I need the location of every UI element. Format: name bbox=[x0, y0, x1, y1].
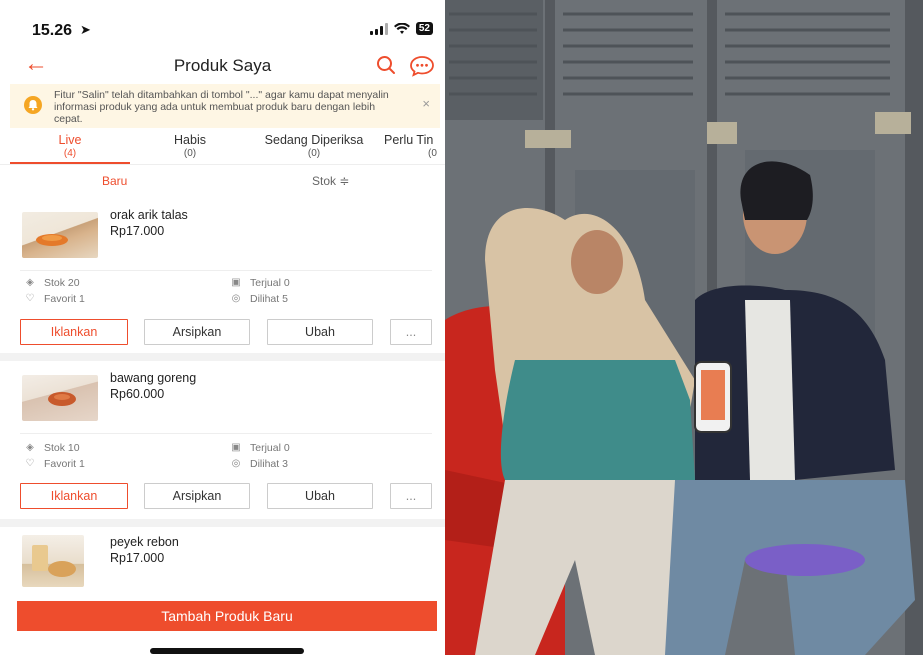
heart-icon: ♡ bbox=[25, 458, 35, 469]
stock-stat: ◈ Stok 20 bbox=[24, 277, 79, 289]
eye-icon: ◎ bbox=[231, 458, 241, 469]
tab-sedang-diperiksa[interactable]: Sedang Diperiksa (0) bbox=[250, 134, 378, 160]
heart-icon: ♡ bbox=[25, 293, 35, 304]
sort-stock[interactable]: Stok ≑ bbox=[312, 174, 349, 188]
location-arrow-icon: ➤ bbox=[80, 22, 91, 37]
status-bar: 15.26 ➤ 52 bbox=[0, 0, 445, 44]
tab-count: (0) bbox=[183, 148, 197, 159]
edit-button[interactable]: Ubah bbox=[267, 319, 373, 345]
views-stat: ◎ Dilihat 5 bbox=[231, 293, 288, 305]
favorite-stat: ♡ Favorit 1 bbox=[25, 458, 85, 470]
product-card: bawang goreng Rp60.000 ◈ Stok 10 ▣ Terjual… bbox=[0, 361, 445, 517]
home-indicator bbox=[150, 648, 304, 654]
edit-button[interactable]: Ubah bbox=[267, 483, 373, 509]
close-icon[interactable]: × bbox=[422, 97, 430, 110]
advertise-button[interactable]: Iklankan bbox=[20, 319, 128, 345]
product-card: orak arik talas Rp17.000 ◈ Stok 20 ▣ Terju… bbox=[0, 198, 445, 350]
status-tabs: Live (4) Habis (0) Sedang Diperiksa (0) … bbox=[0, 132, 445, 165]
tab-label: Perlu Tin bbox=[384, 134, 434, 147]
sold-stat: ▣ Terjual 0 bbox=[231, 277, 290, 289]
product-thumbnail[interactable] bbox=[22, 535, 84, 587]
more-button[interactable]: ... bbox=[390, 319, 432, 345]
product-price: Rp17.000 bbox=[110, 224, 165, 238]
tab-live[interactable]: Live (4) bbox=[10, 134, 130, 160]
add-product-button[interactable]: Tambah Produk Baru bbox=[17, 601, 437, 631]
stock-stat: ◈ Stok 10 bbox=[24, 442, 79, 454]
search-icon[interactable] bbox=[375, 54, 397, 76]
seller-photo bbox=[445, 0, 923, 655]
stack-icon: ◈ bbox=[26, 277, 34, 288]
tab-label: Sedang Diperiksa bbox=[264, 133, 364, 147]
archive-button[interactable]: Arsipkan bbox=[144, 319, 250, 345]
sort-newest[interactable]: Baru bbox=[102, 174, 127, 188]
tab-count: (0) bbox=[307, 148, 321, 159]
register-icon: ▣ bbox=[231, 442, 241, 453]
status-time: 15.26 bbox=[32, 22, 73, 39]
bell-icon bbox=[24, 96, 42, 114]
wifi-icon bbox=[393, 22, 410, 34]
signal-icon bbox=[369, 22, 388, 35]
register-icon: ▣ bbox=[231, 277, 241, 288]
views-stat: ◎ Dilihat 3 bbox=[231, 458, 288, 470]
active-tab-indicator bbox=[10, 162, 130, 164]
sold-stat: ▣ Terjual 0 bbox=[231, 442, 290, 454]
tab-perlu-tindakan[interactable]: Perlu Tin (0 bbox=[384, 134, 445, 160]
stack-icon: ◈ bbox=[26, 442, 34, 453]
eye-icon: ◎ bbox=[231, 293, 241, 304]
banner-text: Fitur "Salin" telah ditambahkan di tombo… bbox=[54, 89, 389, 125]
more-button[interactable]: ... bbox=[390, 483, 432, 509]
product-price: Rp60.000 bbox=[110, 387, 165, 401]
advertise-button[interactable]: Iklankan bbox=[20, 483, 128, 509]
tab-count: (4) bbox=[63, 148, 77, 159]
chat-icon[interactable] bbox=[409, 54, 435, 78]
product-name[interactable]: orak arik talas bbox=[110, 208, 188, 222]
product-name[interactable]: bawang goreng bbox=[110, 371, 196, 385]
phone-screen: 15.26 ➤ 52 ← Produk Saya Fitur "Salin" t… bbox=[0, 0, 445, 655]
info-banner: Fitur "Salin" telah ditambahkan di tombo… bbox=[10, 84, 440, 128]
nav-bar: ← Produk Saya bbox=[0, 48, 445, 84]
product-name[interactable]: peyek rebon bbox=[110, 535, 179, 549]
tab-count: (0 bbox=[428, 148, 437, 159]
product-card: peyek rebon Rp17.000 bbox=[0, 527, 445, 597]
battery-icon: 52 bbox=[415, 22, 433, 35]
product-thumbnail[interactable] bbox=[22, 212, 98, 258]
sort-bar: Baru Stok ≑ bbox=[0, 172, 445, 192]
tab-label: Habis bbox=[174, 133, 206, 147]
product-thumbnail[interactable] bbox=[22, 375, 98, 421]
product-price: Rp17.000 bbox=[110, 551, 165, 565]
tab-label: Live bbox=[58, 133, 82, 147]
archive-button[interactable]: Arsipkan bbox=[144, 483, 250, 509]
tab-habis[interactable]: Habis (0) bbox=[130, 134, 250, 160]
favorite-stat: ♡ Favorit 1 bbox=[25, 293, 85, 305]
